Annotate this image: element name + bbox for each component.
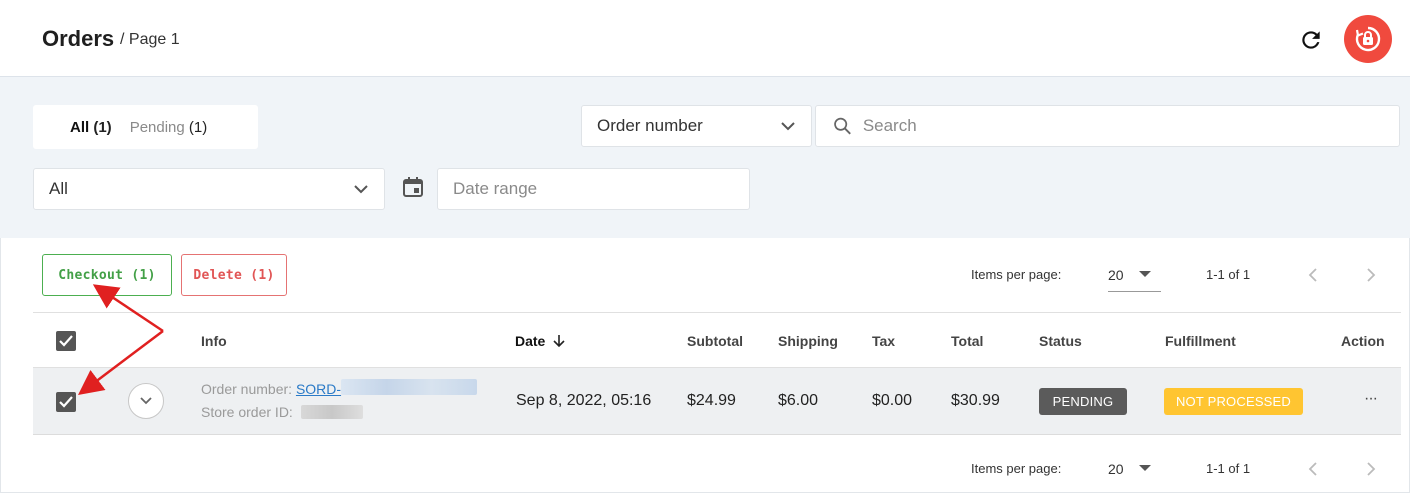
arrow-down-icon (553, 335, 565, 348)
more-options-icon[interactable]: ··· (1364, 390, 1378, 408)
pagination-range: 1-1 of 1 (1206, 461, 1251, 476)
chevron-left-icon[interactable] (1305, 459, 1321, 479)
expand-row-button[interactable] (128, 383, 164, 419)
column-date[interactable]: Date (515, 333, 566, 349)
chevron-right-icon[interactable] (1363, 459, 1379, 479)
tab-all-label: All (70, 118, 90, 136)
search-icon (834, 117, 851, 135)
items-per-page-select[interactable]: 20 (1108, 461, 1124, 477)
column-info: Info (201, 333, 227, 349)
date-range-input[interactable] (453, 179, 749, 199)
status-tabs: All (1) Pending (1) (33, 105, 258, 149)
pagination-range: 1-1 of 1 (1206, 267, 1251, 282)
items-per-page-select[interactable]: 20 (1108, 267, 1124, 283)
select-all-checkbox[interactable] (56, 331, 76, 351)
status-select-value: All (49, 179, 68, 198)
calendar-icon[interactable] (401, 175, 425, 199)
items-per-page-underline (1108, 291, 1161, 292)
expand-chevron-icon (140, 397, 152, 405)
tab-all-count: (1) (93, 118, 112, 136)
order-number-link[interactable]: SORD- (296, 381, 341, 397)
support-button[interactable] (1344, 15, 1392, 63)
page-title: Orders (42, 26, 115, 51)
support-lock-icon (1355, 26, 1381, 52)
search-input[interactable] (862, 116, 1399, 136)
column-subtotal: Subtotal (687, 333, 743, 349)
order-date: Sep 8, 2022, 05:16 (516, 392, 652, 409)
redacted-store-order-id (301, 405, 363, 419)
order-number-line: Order number: SORD- (201, 381, 341, 397)
date-range-box (437, 168, 750, 210)
redacted-order-number (341, 379, 477, 395)
tab-pending-count: (1) (188, 118, 208, 136)
column-total: Total (951, 333, 984, 349)
page-header: Orders / Page 1 (0, 0, 1410, 77)
page-subtitle: / Page 1 (120, 31, 180, 48)
chevron-right-icon[interactable] (1363, 265, 1379, 285)
column-date-label: Date (515, 333, 546, 349)
column-shipping: Shipping (778, 333, 838, 349)
order-shipping: $6.00 (778, 392, 819, 409)
order-total: $30.99 (951, 392, 1000, 409)
column-fulfillment: Fulfillment (1165, 333, 1236, 349)
pagination-bottom: Items per page: 20 1-1 of 1 (971, 457, 1391, 481)
status-select[interactable]: All (33, 168, 385, 210)
chevron-left-icon[interactable] (1305, 265, 1321, 285)
checkbox-checked-icon (59, 335, 73, 347)
order-number-label: Order number: (201, 381, 293, 397)
checkbox-checked-icon (59, 396, 73, 408)
search-field-value: Order number (597, 116, 703, 135)
refresh-icon[interactable] (1298, 27, 1324, 53)
order-subtotal: $24.99 (687, 392, 736, 409)
store-order-line: Store order ID: (201, 404, 293, 420)
items-per-page-label: Items per page: (971, 461, 1062, 476)
column-action: Action (1341, 333, 1385, 349)
table-header: Info Date Subtotal Shipping Tax Total St… (33, 312, 1401, 368)
search-box (815, 105, 1400, 147)
chevron-down-icon (354, 185, 368, 194)
chevron-down-icon (781, 122, 795, 131)
checkout-button[interactable]: Checkout (1) (42, 254, 172, 296)
delete-button[interactable]: Delete (1) (181, 254, 287, 296)
column-status: Status (1039, 333, 1082, 349)
items-per-page-dropdown-icon[interactable] (1139, 465, 1151, 471)
fulfillment-badge: NOT PROCESSED (1164, 388, 1303, 415)
filter-panel: All (1) Pending (1) Order number All (0, 77, 1410, 238)
column-tax: Tax (872, 333, 896, 349)
row-checkbox[interactable] (56, 392, 76, 412)
items-per-page-dropdown-icon[interactable] (1139, 271, 1151, 277)
table-row: Order number: SORD- Store order ID: Sep … (33, 368, 1401, 435)
order-tax: $0.00 (872, 392, 913, 409)
search-field-select[interactable]: Order number (581, 105, 812, 147)
status-badge: PENDING (1039, 388, 1127, 415)
items-per-page-label: Items per page: (971, 267, 1062, 282)
pagination-top: Items per page: 20 1-1 of 1 (971, 263, 1391, 292)
tab-pending[interactable]: Pending (1) (130, 119, 208, 136)
tab-all[interactable]: All (1) (70, 119, 112, 136)
tab-pending-label: Pending (129, 118, 185, 136)
